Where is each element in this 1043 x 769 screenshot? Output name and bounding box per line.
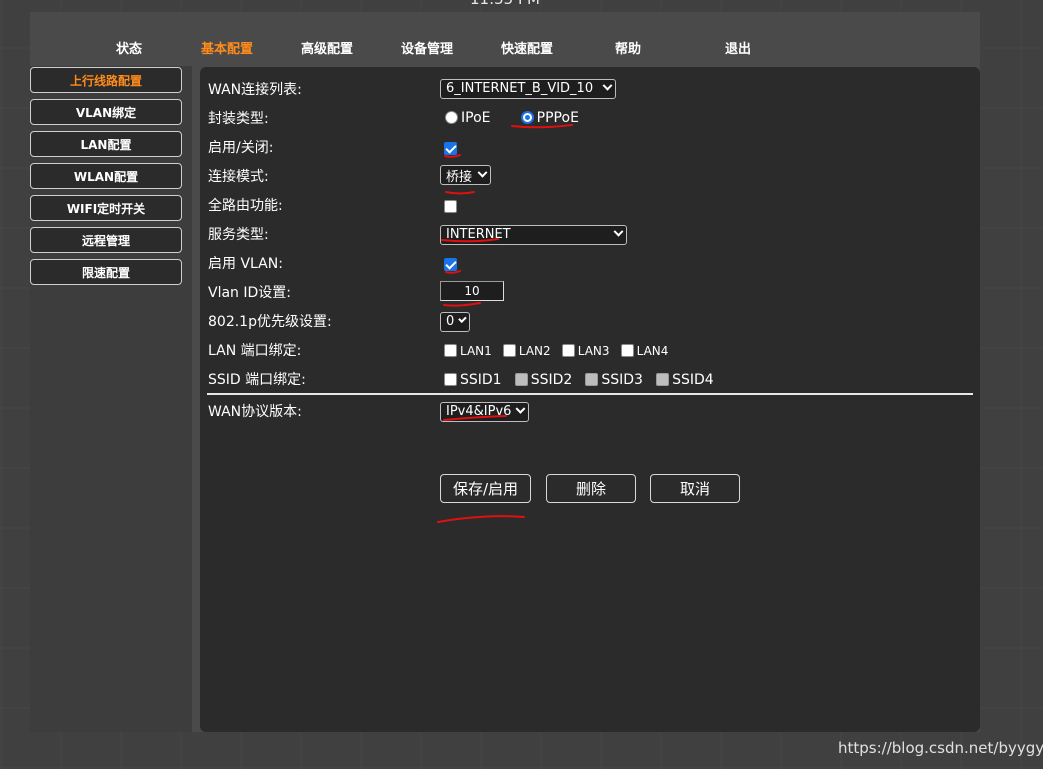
- full-route-label: 全路由功能:: [208, 198, 283, 214]
- chevron-down-icon: [613, 226, 624, 237]
- wan-list-select[interactable]: 6_INTERNET_B_VID_10: [440, 78, 616, 99]
- nav-help[interactable]: 帮助: [615, 38, 641, 57]
- connection-mode-label: 连接模式:: [208, 169, 269, 185]
- chevron-down-icon: [515, 403, 526, 414]
- chevron-down-icon: [602, 80, 613, 91]
- wan-protocol-label: WAN协议版本:: [208, 404, 302, 420]
- wan-list-label: WAN连接列表:: [208, 82, 302, 98]
- service-type-select[interactable]: INTERNET: [440, 224, 627, 245]
- pppoe-label: PPPoE: [536, 109, 579, 126]
- save-button[interactable]: 保存/启用: [440, 474, 531, 503]
- wan-config-panel: WAN连接列表: 6_INTERNET_B_VID_10 封装类型: IPoE …: [200, 67, 980, 732]
- enable-vlan-label: 启用 VLAN:: [208, 256, 283, 272]
- annotation-vlanid-underline: [443, 302, 481, 307]
- cancel-button[interactable]: 取消: [650, 474, 740, 503]
- connection-mode-value: 桥接: [446, 169, 473, 185]
- sidebar: 上行线路配置 VLAN绑定 LAN配置 WLAN配置 WIFI定时开关 远程管理…: [30, 66, 192, 732]
- lan3-checkbox[interactable]: [561, 344, 575, 357]
- priority-label: 802.1p优先级设置:: [208, 314, 332, 330]
- priority-value: 0: [446, 314, 455, 329]
- sidebar-item-rate-limit[interactable]: 限速配置: [30, 259, 182, 285]
- chevron-down-icon: [477, 167, 488, 178]
- wan-protocol-select[interactable]: IPv4&IPv6: [440, 401, 529, 422]
- lan1-checkbox[interactable]: [444, 344, 457, 357]
- ssid2-checkbox: [514, 373, 528, 386]
- ssid-binding-label: SSID 端口绑定:: [208, 372, 306, 388]
- clock: 11:55 PM: [470, 0, 540, 8]
- lan3-label: LAN3: [577, 343, 610, 358]
- vlan-id-label: Vlan ID设置:: [208, 285, 291, 301]
- sidebar-item-lan-config[interactable]: LAN配置: [30, 131, 182, 157]
- lan-binding-label: LAN 端口绑定:: [208, 343, 302, 359]
- chevron-down-icon: [458, 314, 467, 323]
- nav-basic-config[interactable]: 基本配置: [201, 38, 253, 57]
- connection-mode-select[interactable]: 桥接: [440, 165, 491, 185]
- top-navigation: 状态 基本配置 高级配置 设备管理 快速配置 帮助 退出: [30, 12, 980, 66]
- ssid4-checkbox: [656, 373, 670, 386]
- nav-logout[interactable]: 退出: [725, 38, 751, 57]
- ssid-port-group: SSID1 SSID2 SSID3 SSID4: [444, 369, 714, 388]
- full-route-checkbox[interactable]: [444, 200, 457, 213]
- ssid3-checkbox: [585, 373, 599, 386]
- lan2-checkbox[interactable]: [502, 344, 516, 357]
- encap-type-label: 封装类型:: [208, 111, 269, 127]
- enable-vlan-checkbox[interactable]: [444, 258, 457, 271]
- sidebar-item-remote-management[interactable]: 远程管理: [30, 227, 182, 253]
- enable-label: 启用/关闭:: [208, 140, 274, 156]
- watermark: https://blog.csdn.net/byygyy: [838, 739, 1043, 757]
- nav-advanced-config[interactable]: 高级配置: [301, 38, 353, 57]
- lan4-checkbox[interactable]: [620, 344, 634, 357]
- ssid3-label: SSID3: [601, 371, 643, 388]
- delete-button[interactable]: 删除: [546, 474, 636, 503]
- nav-quick-config[interactable]: 快速配置: [501, 38, 553, 57]
- sidebar-item-wifi-schedule[interactable]: WIFI定时开关: [30, 195, 182, 221]
- pppoe-radio[interactable]: [520, 111, 534, 124]
- encap-radio-group: IPoE PPPoE: [445, 107, 579, 126]
- priority-select[interactable]: 0: [440, 311, 470, 332]
- annotation-marks: [437, 124, 573, 523]
- wan-protocol-value: IPv4&IPv6: [446, 404, 512, 419]
- ipoe-radio[interactable]: [445, 111, 458, 124]
- lan1-label: LAN1: [460, 343, 492, 358]
- sidebar-item-wlan-config[interactable]: WLAN配置: [30, 163, 182, 189]
- section-divider: [207, 393, 973, 395]
- wan-list-value: 6_INTERNET_B_VID_10: [446, 81, 594, 96]
- lan2-label: LAN2: [518, 343, 551, 358]
- nav-device-management[interactable]: 设备管理: [401, 38, 453, 57]
- annotation-mode-underline: [445, 191, 475, 195]
- ssid1-checkbox[interactable]: [444, 373, 457, 386]
- lan4-label: LAN4: [636, 343, 669, 358]
- sidebar-item-vlan-binding[interactable]: VLAN绑定: [30, 99, 182, 125]
- enable-checkbox[interactable]: [444, 142, 457, 155]
- ssid2-label: SSID2: [530, 371, 573, 388]
- lan-port-group: LAN1 LAN2 LAN3 LAN4: [444, 340, 674, 359]
- ssid1-label: SSID1: [460, 371, 502, 388]
- ipoe-label: IPoE: [461, 109, 491, 126]
- sidebar-item-uplink-config[interactable]: 上行线路配置: [30, 67, 182, 93]
- ssid4-label: SSID4: [672, 371, 714, 388]
- annotation-save-underline: [437, 515, 525, 523]
- service-type-label: 服务类型:: [208, 227, 269, 243]
- service-type-value: INTERNET: [446, 227, 511, 242]
- nav-status[interactable]: 状态: [116, 38, 142, 57]
- vlan-id-input[interactable]: 10: [440, 281, 504, 301]
